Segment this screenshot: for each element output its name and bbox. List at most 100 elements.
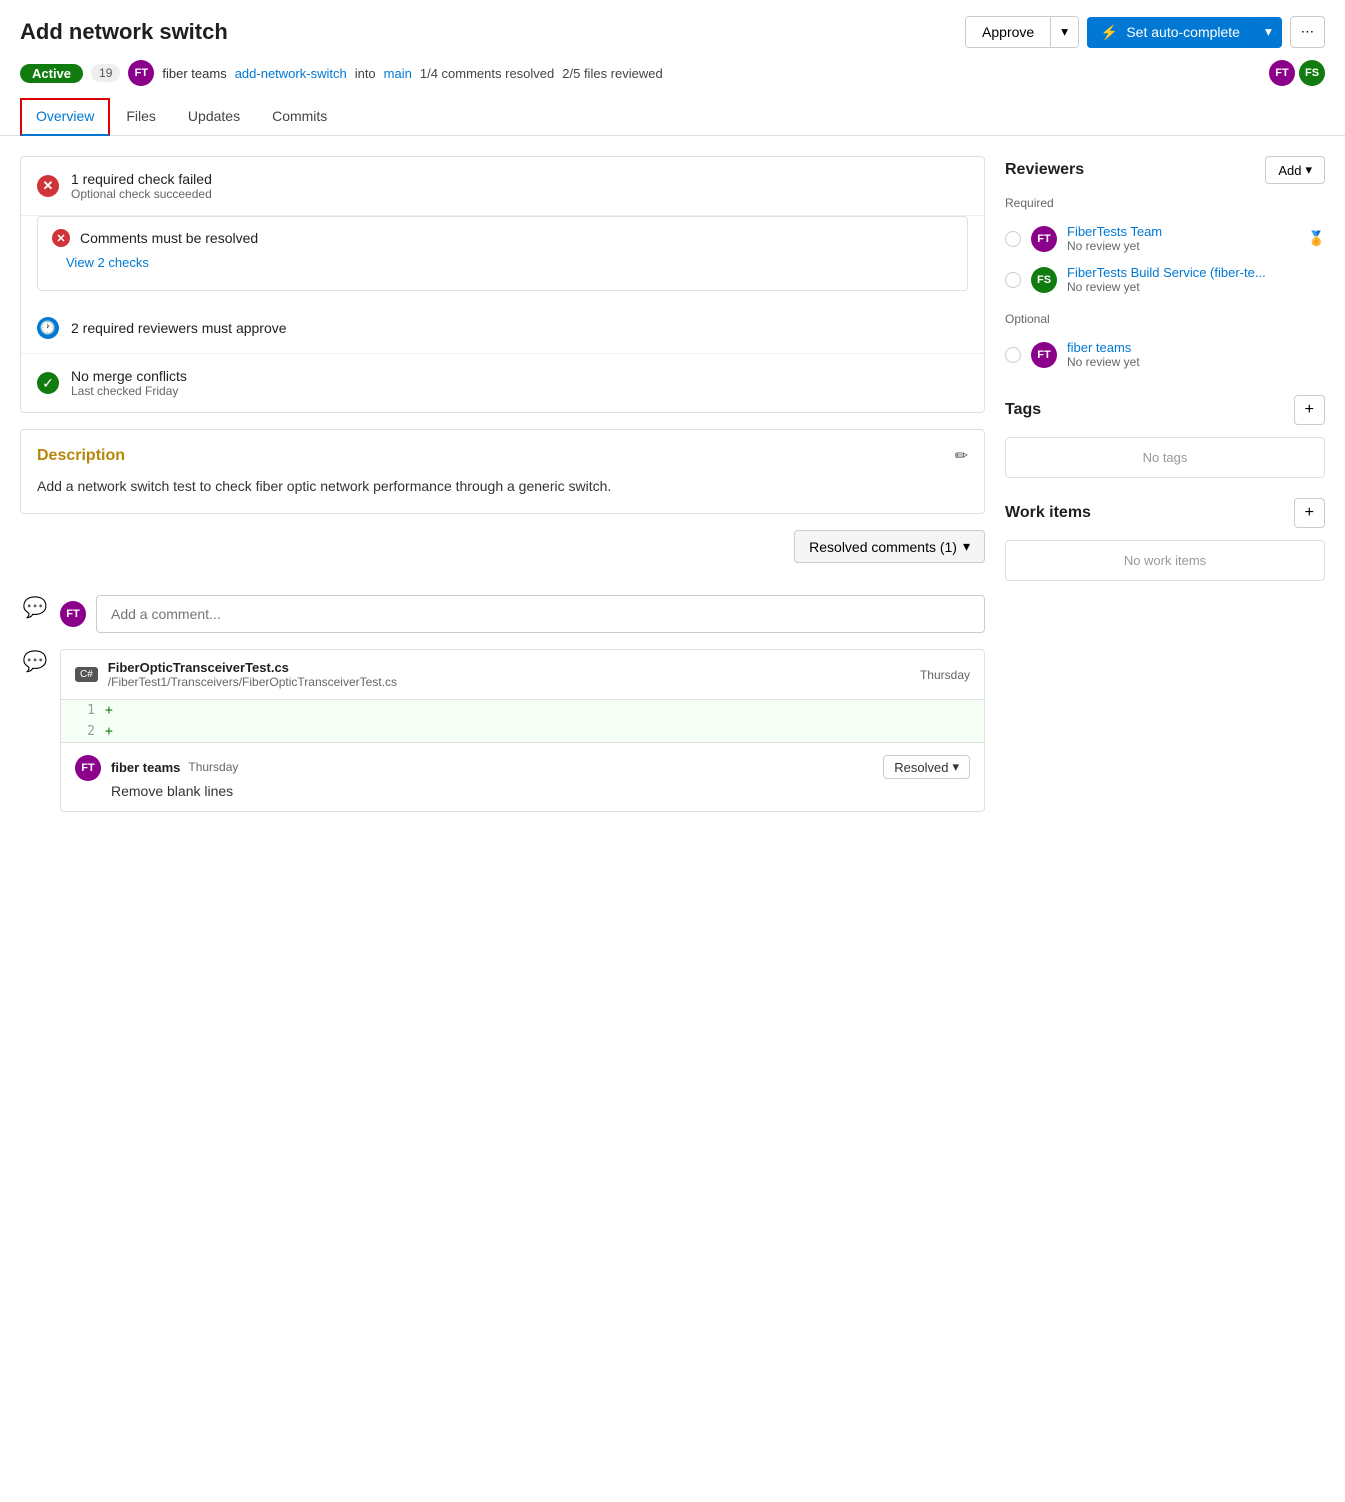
page-header: Add network switch Approve ▾ ⚡ Set auto-… [0, 0, 1345, 56]
lightning-icon: ⚡ [1101, 24, 1118, 41]
code-line-2: 2 + [61, 721, 984, 742]
reviewer-avatar-fs: FS [1299, 60, 1325, 86]
fail-icon: ✕ [37, 175, 59, 197]
main-check-row: ✕ 1 required check failed Optional check… [21, 157, 984, 216]
reviewer-status-optional-ft: No review yet [1067, 355, 1325, 369]
resolved-label: Resolved [894, 760, 948, 775]
inner-check: ✕ Comments must be resolved View 2 check… [37, 216, 968, 291]
description-title: Description [37, 447, 125, 465]
reviewer-radio-fs[interactable] [1005, 272, 1021, 288]
tabs-bar: Overview Files Updates Commits [0, 98, 1345, 136]
approve-dropdown-button[interactable]: ▾ [1051, 17, 1078, 47]
author-avatar: FT [128, 60, 154, 86]
active-badge: Active [20, 64, 83, 83]
main-check-label: 1 required check failed [71, 171, 212, 187]
comment-reply-row: FT fiber teams Thursday Resolved ▾ Remov… [61, 742, 984, 811]
comment-add-area: 💬 FT [20, 595, 985, 633]
clock-icon: 🕐 [37, 317, 59, 339]
tab-overview[interactable]: Overview [20, 98, 110, 136]
tab-commits[interactable]: Commits [256, 98, 343, 136]
resolved-status-button[interactable]: Resolved ▾ [883, 755, 970, 779]
comment-author-avatar: FT [60, 601, 86, 627]
merge-check-row: ✓ No merge conflicts Last checked Friday [21, 354, 984, 412]
left-column: ✕ 1 required check failed Optional check… [20, 156, 985, 844]
code-line-1: 1 + [61, 700, 984, 721]
view-checks-link[interactable]: View 2 checks [52, 247, 953, 278]
approve-button[interactable]: Approve [966, 17, 1051, 47]
main-content: ✕ 1 required check failed Optional check… [0, 136, 1345, 864]
add-work-item-button[interactable]: + [1294, 498, 1325, 528]
page-title: Add network switch [20, 19, 228, 45]
comment-section: 💬 FT [20, 595, 985, 633]
reviewer-radio-ft-team[interactable] [1005, 231, 1021, 247]
tags-title: Tags [1005, 401, 1041, 419]
chevron-down-icon-resolved: ▾ [963, 538, 970, 555]
edit-icon[interactable]: ✏ [955, 446, 968, 466]
merge-check-label: No merge conflicts [71, 368, 187, 384]
reviewers-section: Reviewers Add ▾ Required FT FiberTests T… [1005, 156, 1325, 375]
add-tag-button[interactable]: + [1294, 395, 1325, 425]
resolved-comments-button[interactable]: Resolved comments (1) ▾ [794, 530, 985, 563]
tab-updates[interactable]: Updates [172, 98, 256, 136]
reviewer-name-ft-team[interactable]: FiberTests Team [1067, 224, 1298, 239]
files-reviewed: 2/5 files reviewed [562, 66, 662, 81]
no-work-items-label: No work items [1005, 540, 1325, 581]
subtitle-bar: Active 19 FT fiber teams add-network-swi… [0, 56, 1345, 98]
chevron-down-icon-comment: ▾ [952, 759, 959, 775]
merge-check-sublabel: Last checked Friday [71, 384, 187, 398]
optional-label: Optional [1005, 312, 1325, 326]
header-actions: Approve ▾ ⚡ Set auto-complete ▾ ⋯ [965, 16, 1325, 48]
file-name: FiberOpticTransceiverTest.cs [108, 660, 397, 675]
inner-fail-icon: ✕ [52, 229, 70, 247]
resolved-comments-label: Resolved comments (1) [809, 539, 957, 555]
reviewer-avatar-optional-ft: FT [1031, 342, 1057, 368]
reviewer-avatar-ft-team: FT [1031, 226, 1057, 252]
autocomplete-button[interactable]: ⚡ Set auto-complete [1087, 17, 1255, 48]
reviewer-name-optional-ft[interactable]: fiber teams [1067, 340, 1325, 355]
description-panel: Description ✏ Add a network switch test … [20, 429, 985, 514]
reviewer-avatar-ft: FT [1269, 60, 1295, 86]
autocomplete-dropdown-button[interactable]: ▾ [1255, 17, 1282, 47]
comment-thread-icon: 💬 [20, 595, 50, 620]
checks-panel: ✕ 1 required check failed Optional check… [20, 156, 985, 413]
chevron-down-icon-add: ▾ [1305, 162, 1312, 178]
file-comment-card: C# FiberOpticTransceiverTest.cs /FiberTe… [60, 649, 985, 812]
reviewer-check-label: 2 required reviewers must approve [71, 320, 287, 336]
right-column: Reviewers Add ▾ Required FT FiberTests T… [1005, 156, 1325, 844]
tab-files[interactable]: Files [110, 98, 172, 136]
file-path: /FiberTest1/Transceivers/FiberOpticTrans… [108, 675, 397, 689]
reviewers-title: Reviewers [1005, 161, 1084, 179]
more-options-button[interactable]: ⋯ [1290, 16, 1325, 48]
file-date: Thursday [920, 668, 970, 682]
file-comment-wrapper: 💬 C# FiberOpticTransceiverTest.cs /Fiber… [20, 649, 985, 828]
author-name: fiber teams [162, 66, 226, 81]
file-lang-badge: C# [75, 667, 98, 682]
comment-input[interactable] [96, 595, 985, 633]
branch-from-link[interactable]: add-network-switch [235, 66, 347, 81]
reviewer-radio-optional-ft[interactable] [1005, 347, 1021, 363]
reviewer-avatars: FT FS [1269, 60, 1325, 86]
branch-into-link[interactable]: main [384, 66, 412, 81]
reviewer-row-optional-ft: FT fiber teams No review yet [1005, 334, 1325, 375]
notification-count: 19 [91, 64, 120, 82]
file-thread-icon: 💬 [20, 649, 50, 674]
reviewer-check-row: 🕐 2 required reviewers must approve [21, 303, 984, 354]
main-check-text: 1 required check failed Optional check s… [71, 171, 212, 201]
work-items-section: Work items + No work items [1005, 498, 1325, 581]
description-body: Add a network switch test to check fiber… [37, 476, 968, 497]
comments-resolved: 1/4 comments resolved [420, 66, 554, 81]
reviewer-status-ft-team: No review yet [1067, 239, 1298, 253]
autocomplete-button-group: ⚡ Set auto-complete ▾ [1087, 17, 1282, 48]
add-reviewer-button[interactable]: Add ▾ [1265, 156, 1325, 184]
reviewer-avatar-fs: FS [1031, 267, 1057, 293]
work-items-title: Work items [1005, 504, 1091, 522]
comment-text: Remove blank lines [111, 783, 970, 799]
reviewer-name-fs[interactable]: FiberTests Build Service (fiber-te... [1067, 265, 1325, 280]
reviewer-status-fs: No review yet [1067, 280, 1325, 294]
reviewer-row-ft-team: FT FiberTests Team No review yet 🏅 [1005, 218, 1325, 259]
reply-author-avatar: FT [75, 755, 101, 781]
main-check-sublabel: Optional check succeeded [71, 187, 212, 201]
chevron-down-icon-white: ▾ [1265, 24, 1272, 39]
comment-author: fiber teams [111, 760, 180, 775]
reviewer-badge-icon: 🏅 [1308, 230, 1325, 247]
